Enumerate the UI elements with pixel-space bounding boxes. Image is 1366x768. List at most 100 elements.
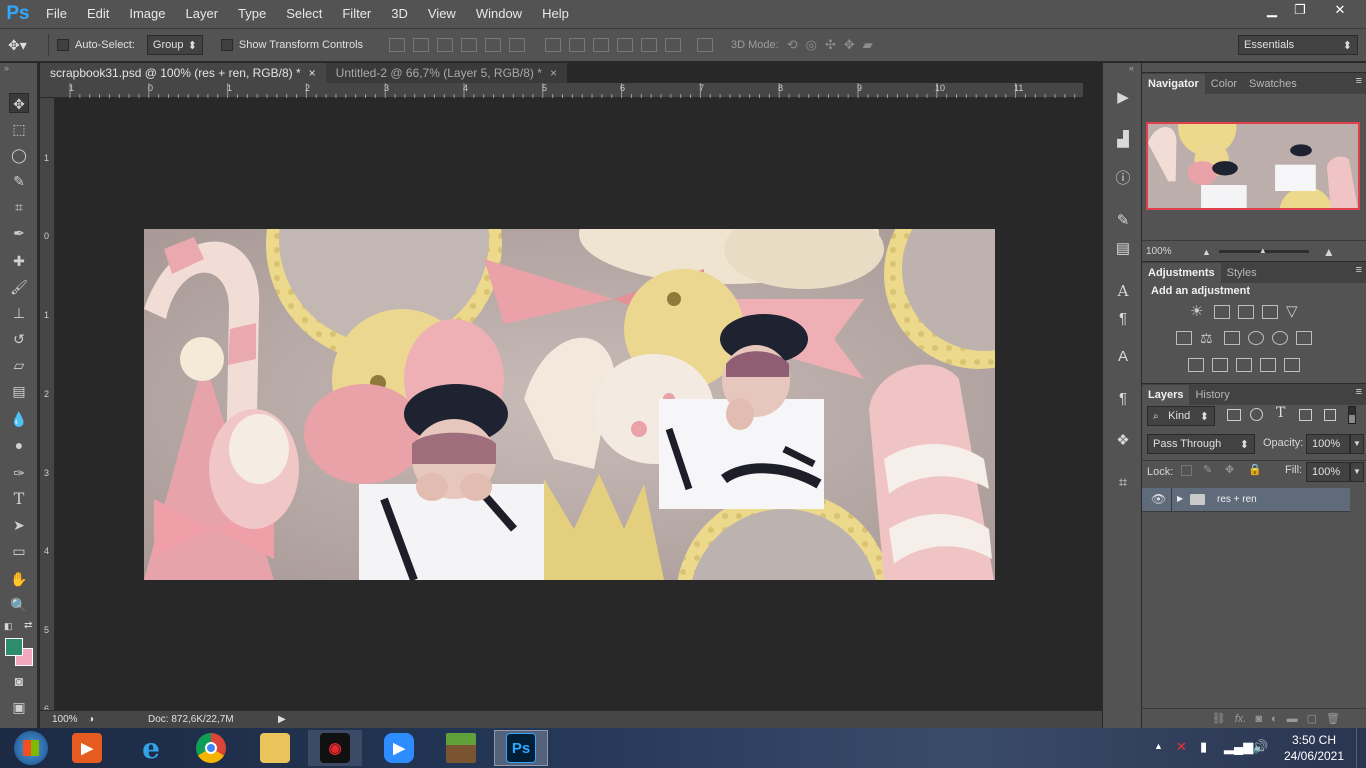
show-desktop-button[interactable] — [1356, 728, 1366, 768]
taskbar-minecraft[interactable] — [434, 730, 488, 766]
lock-transparent-icon[interactable] — [1181, 465, 1192, 476]
distribute-top-icon[interactable] — [545, 38, 562, 52]
zoom-out-icon[interactable]: ▲ — [1202, 247, 1211, 257]
character-styles-icon[interactable]: A — [1113, 347, 1133, 367]
move-tool-icon[interactable]: ✥ — [9, 93, 29, 113]
device-icon[interactable]: ▮ — [1200, 739, 1207, 755]
adjustment-icon[interactable]: ◐ — [1271, 713, 1278, 725]
tab-adjustments[interactable]: Adjustments — [1142, 263, 1221, 283]
menu-select[interactable]: Select — [276, 0, 332, 28]
menu-type[interactable]: Type — [228, 0, 276, 28]
mask-icon[interactable]: ◙ — [1255, 713, 1262, 725]
screen-mode-icon[interactable]: ▣ — [9, 697, 29, 717]
menu-image[interactable]: Image — [119, 0, 175, 28]
posterize-icon[interactable] — [1212, 358, 1228, 372]
menu-filter[interactable]: Filter — [332, 0, 381, 28]
blur-tool-icon[interactable]: 💧 — [9, 409, 29, 429]
menu-3d[interactable]: 3D — [381, 0, 418, 28]
layer-row[interactable]: 👁 ▶ res + ren — [1142, 488, 1350, 512]
gradient-tool-icon[interactable]: ▤ — [9, 381, 29, 401]
tab-scrapbook[interactable]: scrapbook31.psd @ 100% (res + ren, RGB/8… — [40, 63, 326, 83]
close-icon[interactable]: × — [550, 66, 557, 80]
workspace-dropdown[interactable]: Essentials ⬍ — [1238, 35, 1358, 55]
restore-button[interactable]: ❐ — [1286, 0, 1314, 20]
healing-brush-tool-icon[interactable]: ✚ — [9, 251, 29, 271]
quick-mask-icon[interactable]: ◙ — [9, 671, 29, 691]
tab-untitled-2[interactable]: Untitled-2 @ 66,7% (Layer 5, RGB/8) * × — [325, 63, 567, 83]
align-vcenter-icon[interactable] — [413, 38, 430, 52]
gradient-map-icon[interactable] — [1284, 358, 1300, 372]
zoom-slider[interactable]: ▲ — [1218, 246, 1309, 255]
threshold-icon[interactable] — [1236, 358, 1252, 372]
filter-toggle[interactable] — [1348, 406, 1356, 424]
tab-history[interactable]: History — [1189, 385, 1235, 405]
clone-stamp-tool-icon[interactable]: ⊥ — [9, 303, 29, 323]
filter-type-icon[interactable]: T — [1276, 405, 1285, 421]
tab-color[interactable]: Color — [1205, 74, 1243, 94]
type-tool-icon[interactable]: T — [9, 489, 29, 509]
3d-pan-icon[interactable]: ✣ — [825, 37, 836, 53]
zoom-slider-thumb[interactable]: ▲ — [1259, 246, 1267, 255]
zoom-in-icon[interactable]: ▲ — [1323, 245, 1335, 259]
distribute-icons-group[interactable] — [541, 38, 685, 52]
exposure-icon[interactable] — [1262, 305, 1278, 319]
histogram-icon[interactable]: ▟ — [1113, 130, 1133, 150]
network-warning-icon[interactable]: ✕ — [1176, 739, 1187, 755]
panel-collapse-icon[interactable]: « — [1129, 63, 1134, 73]
link-icon[interactable]: ⛓ — [1212, 712, 1226, 725]
vibrance-icon[interactable]: ▽ — [1286, 304, 1302, 319]
trash-icon[interactable]: 🗑 — [1326, 712, 1340, 725]
navigator-zoom[interactable]: 100% — [1142, 246, 1202, 257]
taskbar-garena[interactable]: ◉ — [308, 730, 362, 766]
curves-icon[interactable] — [1238, 305, 1254, 319]
play-action-icon[interactable]: ▶ — [1113, 88, 1133, 108]
brush-presets-icon[interactable]: ✎ — [1113, 211, 1133, 231]
color-balance-icon[interactable]: ⚖ — [1200, 331, 1216, 345]
eye-icon[interactable]: 👁 — [1151, 492, 1166, 506]
volume-icon[interactable]: 🔊 — [1252, 739, 1268, 755]
opacity-arrow-icon[interactable]: ▼ — [1350, 434, 1364, 454]
lock-position-icon[interactable]: ✥ — [1225, 463, 1234, 476]
status-arrow-icon[interactable]: ▶ — [278, 714, 286, 725]
3d-roll-icon[interactable]: ◎ — [806, 37, 817, 53]
align-icons-group[interactable] — [385, 38, 529, 52]
path-select-tool-icon[interactable]: ➤ — [9, 515, 29, 535]
taskbar-file-explorer[interactable] — [248, 730, 302, 766]
panel-collapse-icon[interactable]: » — [4, 63, 9, 73]
taskbar-chrome[interactable] — [184, 730, 238, 766]
align-top-icon[interactable] — [389, 38, 406, 52]
taskbar-photoshop[interactable]: Ps — [494, 730, 548, 766]
minimize-button[interactable]: ▁ — [1258, 0, 1286, 20]
tool-presets-icon[interactable]: ▤ — [1113, 239, 1133, 259]
character-icon[interactable]: A — [1113, 281, 1133, 301]
show-transform-checkbox[interactable] — [220, 39, 233, 51]
zoom-level[interactable]: 100% — [40, 714, 82, 725]
start-button[interactable] — [4, 730, 58, 766]
photo-filter-icon[interactable] — [1248, 331, 1264, 345]
menu-view[interactable]: View — [418, 0, 466, 28]
align-left-icon[interactable] — [461, 38, 478, 52]
distribute-bottom-icon[interactable] — [593, 38, 610, 52]
ruler-vertical[interactable]: 1 0 1 2 3 4 5 6 — [40, 98, 55, 714]
new-layer-icon[interactable]: ▢ — [1307, 712, 1317, 725]
3d-icons-group[interactable]: ⟲ ◎ ✣ ✥ ▰ — [787, 37, 873, 53]
levels-icon[interactable] — [1214, 305, 1230, 319]
filter-pixel-icon[interactable] — [1227, 409, 1241, 421]
status-menu-icon[interactable]: ◑ — [88, 714, 104, 725]
swap-colors-icon[interactable]: ⇄ — [24, 620, 32, 631]
distribute-hcenter-icon[interactable] — [641, 38, 658, 52]
menu-file[interactable]: File — [36, 0, 77, 28]
history-brush-tool-icon[interactable]: ↺ — [9, 329, 29, 349]
menu-window[interactable]: Window — [466, 0, 532, 28]
menu-help[interactable]: Help — [532, 0, 579, 28]
document-canvas[interactable] — [144, 229, 995, 580]
show-hidden-icons-icon[interactable]: ▲ — [1154, 741, 1163, 751]
opacity-input[interactable]: 100% — [1306, 434, 1350, 454]
panel-menu-icon[interactable]: ≡ — [1356, 75, 1362, 87]
shape-tool-icon[interactable]: ▭ — [9, 541, 29, 561]
menu-edit[interactable]: Edit — [77, 0, 119, 28]
tab-swatches[interactable]: Swatches — [1243, 74, 1303, 94]
foreground-color-swatch[interactable] — [5, 638, 23, 656]
auto-select-dropdown[interactable]: Group ⬍ — [146, 35, 203, 55]
taskbar-internet-explorer[interactable]: e — [124, 730, 178, 766]
